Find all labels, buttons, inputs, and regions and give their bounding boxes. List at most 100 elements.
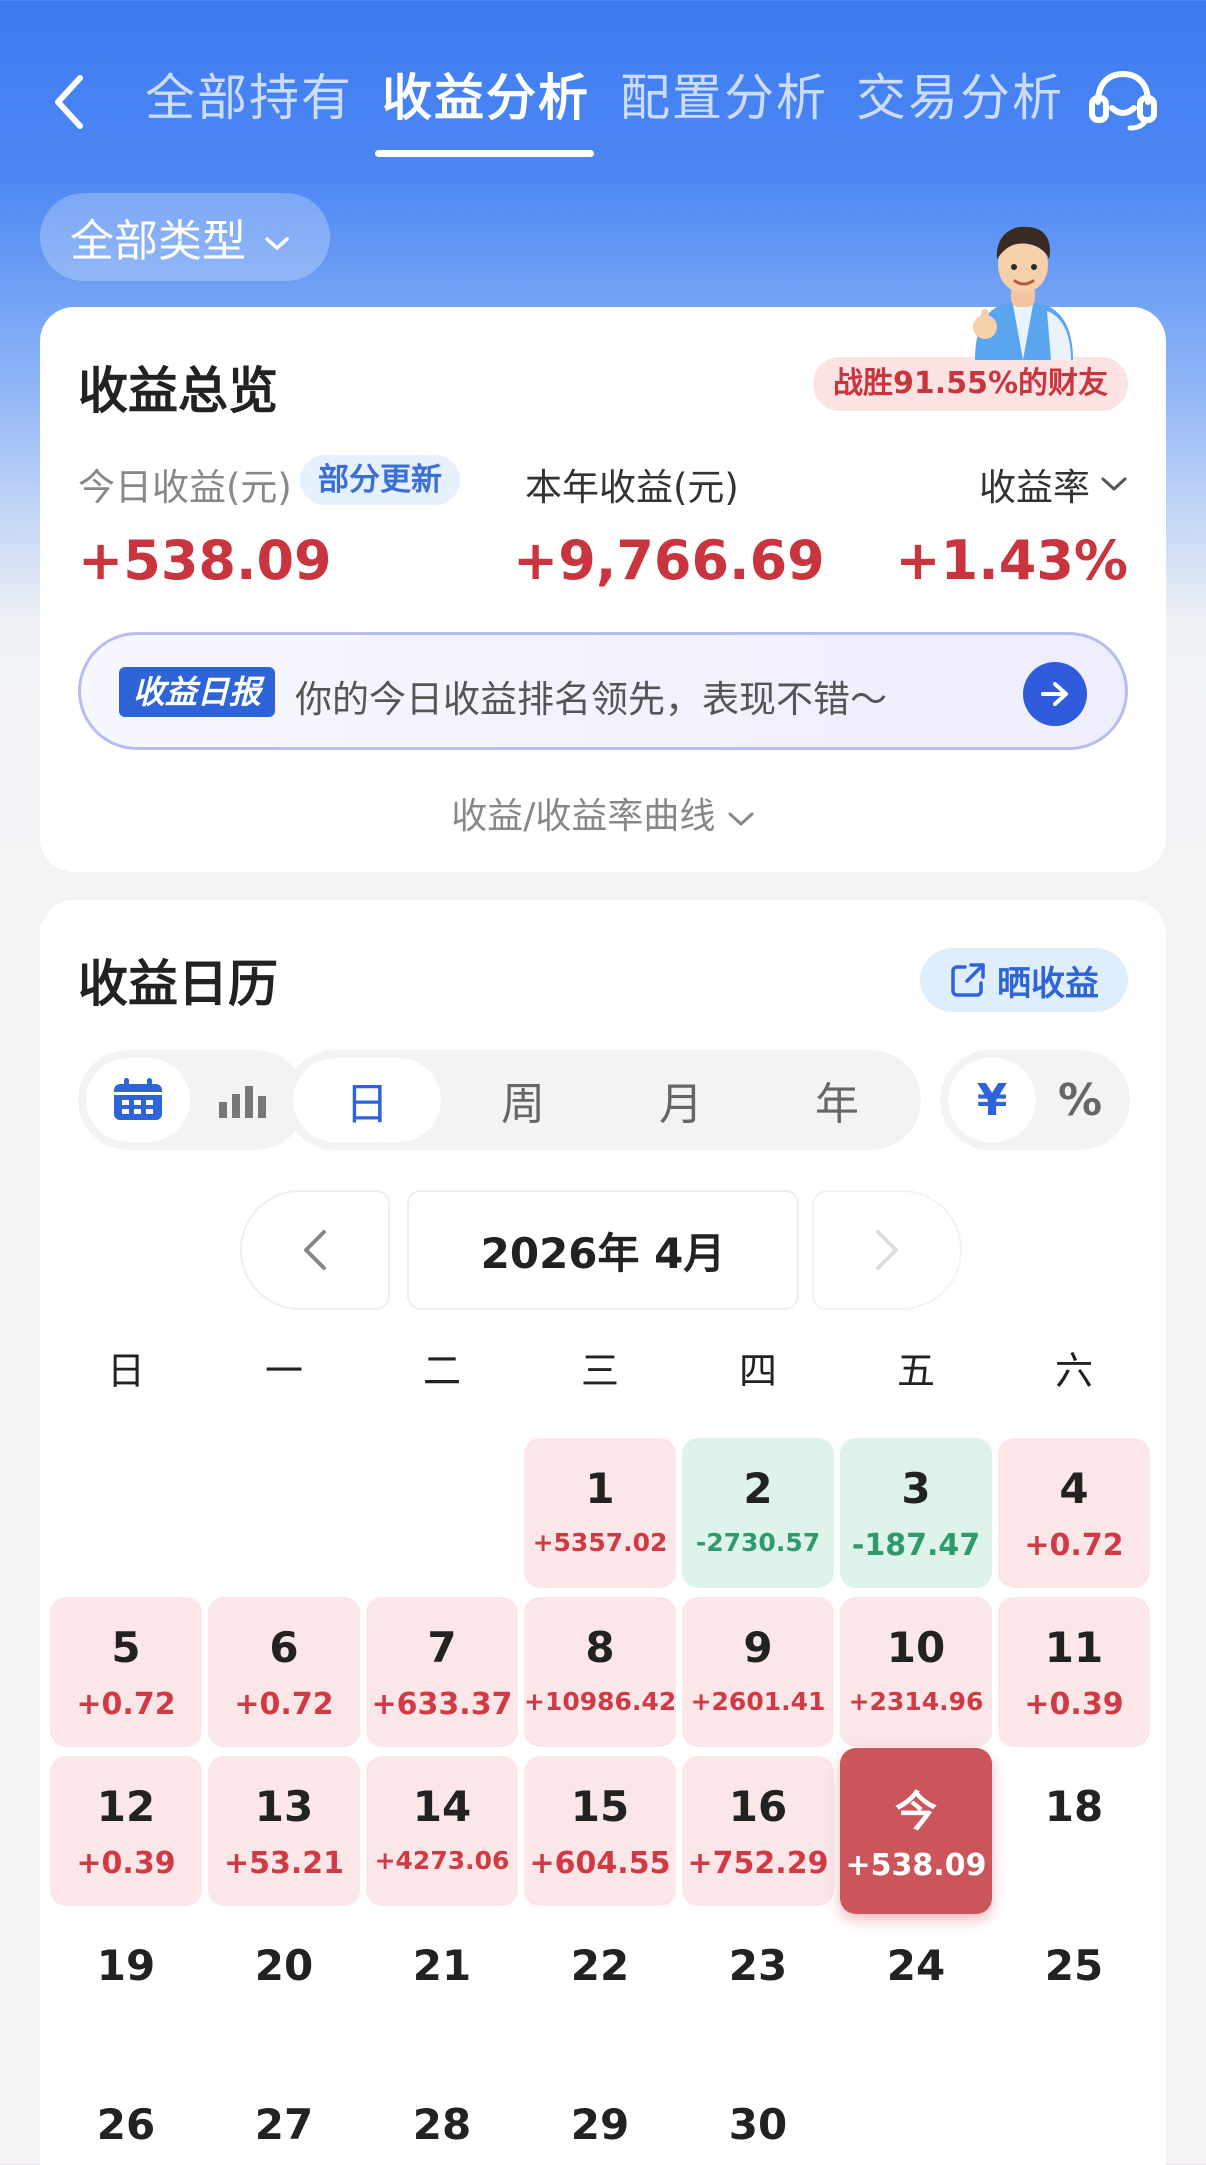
next-month-button[interactable] [812, 1190, 962, 1310]
calendar-day-profit: +2314.96 [848, 1687, 984, 1716]
calendar-day-number: 13 [254, 1782, 314, 1831]
unit-selector: ¥ % [940, 1050, 1130, 1150]
type-filter-label: 全部类型 [70, 216, 246, 267]
calendar-day-number: 26 [96, 2100, 156, 2149]
mascot-illustration [955, 215, 1090, 360]
calendar-day-cell[interactable]: 2 -2730.57 [682, 1438, 834, 1588]
unit-percent[interactable]: % [1036, 1058, 1124, 1142]
calendar-day-cell[interactable]: 25 [998, 1915, 1150, 2065]
period-month[interactable]: 月 [607, 1058, 755, 1142]
calendar-day-cell[interactable]: 1 +5357.02 [524, 1438, 676, 1588]
calendar-day-number: 14 [412, 1782, 472, 1831]
calendar-day-cell[interactable]: 18 [998, 1756, 1150, 1906]
calendar-day-number: 12 [96, 1782, 156, 1831]
period-week[interactable]: 周 [449, 1058, 597, 1142]
calendar-day-cell[interactable]: 20 [208, 1915, 360, 2065]
calendar-day-cell[interactable]: 29 [524, 2074, 676, 2165]
calendar-day-cell[interactable]: 5 +0.72 [50, 1597, 202, 1747]
chevron-down-icon [728, 812, 754, 826]
calendar-day-cell[interactable]: 8 +10986.42 [524, 1597, 676, 1747]
calendar-view-icon[interactable] [86, 1058, 190, 1142]
current-month-label[interactable]: 2026年 4月 [407, 1190, 799, 1310]
return-rate-value: +1.43% [895, 529, 1128, 592]
weekday-thu: 四 [738, 1349, 777, 1393]
profit-curve-toggle[interactable]: 收益/收益率曲线 [40, 787, 1166, 839]
calendar-day-number: 1 [585, 1464, 615, 1513]
period-day[interactable]: 日 [293, 1058, 441, 1142]
today-profit-value: +538.09 [78, 529, 332, 592]
calendar-day-today[interactable]: 今 +538.09 [840, 1748, 992, 1914]
calendar-day-cell[interactable]: 27 [208, 2074, 360, 2165]
tab-holdings[interactable]: 全部持有 [145, 58, 353, 130]
calendar-day-cell[interactable]: 30 [682, 2074, 834, 2165]
calendar-day-cell[interactable]: 21 [366, 1915, 518, 2065]
calendar-day-cell[interactable]: 10 +2314.96 [840, 1597, 992, 1747]
calendar-day-cell[interactable]: 14 +4273.06 [366, 1756, 518, 1906]
profit-overview-card: 收益总览 战胜91.55%的财友 今日收益(元) 部分更新 本年收益(元) 收益… [40, 307, 1166, 872]
calendar-day-cell[interactable]: 19 [50, 1915, 202, 2065]
calendar-day-cell[interactable]: 7 +633.37 [366, 1597, 518, 1747]
calendar-day-profit: +0.72 [76, 1687, 176, 1722]
beat-percentile-badge: 战胜91.55%的财友 [813, 357, 1128, 411]
period-year[interactable]: 年 [763, 1058, 911, 1142]
bar-chart-view-icon[interactable] [190, 1058, 294, 1142]
arrow-right-icon[interactable] [1023, 662, 1087, 726]
calendar-day-number: 6 [269, 1623, 299, 1672]
return-rate-selector[interactable]: 收益率 [979, 457, 1128, 511]
top-nav: 全部持有 收益分析 配置分析 交易分析 [0, 0, 1206, 180]
calendar-day-profit: +4273.06 [374, 1846, 510, 1875]
tab-profit-analysis[interactable]: 收益分析 [382, 58, 590, 130]
calendar-day-number: 10 [886, 1623, 946, 1672]
weekday-mon: 一 [264, 1349, 303, 1393]
daily-report-banner[interactable]: 收益日报 你的今日收益排名领先，表现不错～ [78, 632, 1128, 750]
year-profit-value: +9,766.69 [513, 529, 825, 592]
type-filter-dropdown[interactable]: 全部类型 [40, 193, 330, 281]
weekday-tue: 二 [422, 1349, 461, 1393]
calendar-day-profit: -2730.57 [695, 1528, 821, 1557]
calendar-day-profit: +0.72 [1024, 1528, 1124, 1563]
calendar-day-cell[interactable]: 28 [366, 2074, 518, 2165]
calendar-day-number: 4 [1059, 1464, 1089, 1513]
calendar-day-cell[interactable]: 15 +604.55 [524, 1756, 676, 1906]
calendar-day-cell[interactable]: 26 [50, 2074, 202, 2165]
calendar-day-cell[interactable]: 16 +752.29 [682, 1756, 834, 1906]
view-mode-toggle [78, 1050, 306, 1150]
calendar-day-cell[interactable]: 6 +0.72 [208, 1597, 360, 1747]
back-icon[interactable] [44, 72, 94, 132]
calendar-day-profit: +633.37 [371, 1687, 513, 1722]
calendar-day-number: 29 [570, 2100, 630, 2149]
tab-allocation-analysis[interactable]: 配置分析 [620, 58, 828, 130]
overview-title: 收益总览 [78, 362, 278, 420]
year-profit-label: 本年收益(元) [525, 466, 739, 509]
unit-yuan[interactable]: ¥ [948, 1058, 1036, 1142]
weekday-sat: 六 [1054, 1349, 1093, 1393]
calendar-day-cell[interactable]: 13 +53.21 [208, 1756, 360, 1906]
previous-month-button[interactable] [240, 1190, 390, 1310]
today-profit-label: 今日收益(元) [78, 466, 292, 509]
weekday-sun: 日 [106, 1349, 145, 1393]
weekday-fri: 五 [896, 1349, 935, 1393]
customer-service-icon[interactable] [1088, 68, 1158, 132]
calendar-day-cell[interactable]: 4 +0.72 [998, 1438, 1150, 1588]
calendar-day-number: 24 [886, 1941, 946, 1990]
calendar-day-cell[interactable]: 22 [524, 1915, 676, 2065]
calendar-day-number: 16 [728, 1782, 788, 1831]
tab-trade-analysis[interactable]: 交易分析 [856, 58, 1064, 130]
chevron-right-icon [876, 1230, 898, 1270]
profit-calendar-card: 收益日历 晒收益 日 周 月 年 ¥ % 2026年 4月 日 一 二 三 四 … [40, 900, 1166, 2165]
period-selector: 日 周 月 年 [285, 1050, 921, 1150]
calendar-day-number: 21 [412, 1941, 472, 1990]
chevron-down-icon [1101, 477, 1127, 491]
calendar-day-cell[interactable]: 3 -187.47 [840, 1438, 992, 1588]
calendar-day-cell[interactable]: 12 +0.39 [50, 1756, 202, 1906]
share-profit-button[interactable]: 晒收益 [920, 948, 1128, 1012]
chevron-left-icon [304, 1230, 326, 1270]
calendar-day-number: 15 [570, 1782, 630, 1831]
calendar-day-cell[interactable]: 11 +0.39 [998, 1597, 1150, 1747]
calendar-day-cell[interactable]: 9 +2601.41 [682, 1597, 834, 1747]
calendar-day-number: 2 [743, 1464, 773, 1513]
weekday-header: 日 一 二 三 四 五 六 [50, 1340, 1156, 1410]
calendar-day-cell[interactable]: 24 [840, 1915, 992, 2065]
calendar-day-cell[interactable]: 23 [682, 1915, 834, 2065]
calendar-day-number: 19 [96, 1941, 156, 1990]
